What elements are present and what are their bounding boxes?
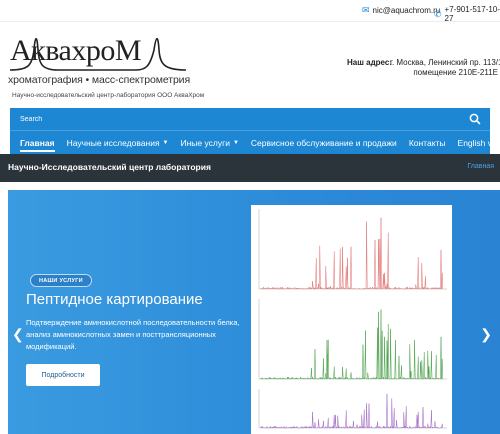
nav-item-contacts[interactable]: Контакты [403, 131, 452, 155]
address-line-1: г. Москва, Ленинский пр. 113/1, [390, 58, 500, 67]
chromatogram-trace [260, 217, 444, 290]
main-nav: Главная Научные исследования ▼ Иные услуг… [10, 130, 500, 155]
envelope-icon: ✉ [362, 5, 370, 15]
nav-item-other-services[interactable]: Иные услуги ▼ [175, 131, 245, 155]
search-icon[interactable] [468, 112, 482, 126]
chromatogram-image [251, 205, 452, 434]
nav-label: Главная [20, 137, 55, 148]
contact-email[interactable]: ✉ nic@aquachrom.ru [362, 5, 440, 16]
contact-phone[interactable]: ✆ +7-901-517-10-27 [434, 5, 500, 23]
details-button[interactable]: Подробности [26, 364, 100, 386]
page-title-strip: Научно-Исследовательский центр лаборатор… [0, 154, 500, 182]
address-line-2: помещение 210Е-211Е [413, 68, 498, 77]
nav-item-service-sales[interactable]: Сервисное обслуживание и продажи [245, 131, 403, 155]
services-badge: НАШИ УСЛУГИ [30, 274, 92, 287]
logo-subtitle: хроматография • масс-спектрометрия [8, 74, 191, 86]
address-value: г. Москва, Ленинский пр. 113/1, помещени… [390, 58, 500, 78]
nav-label: Научные исследования [66, 137, 160, 148]
logo-word: АквахроМ [10, 34, 142, 67]
top-bar: ✉ nic@aquachrom.ru ✆ +7-901-517-10-27 [0, 0, 500, 23]
nav-label: Сервисное обслуживание и продажи [250, 137, 397, 148]
hero-description: Подтверждение аминокислотной последовате… [26, 318, 240, 351]
chromatogram-trace [260, 393, 444, 429]
nav-item-research[interactable]: Научные исследования ▼ [61, 131, 175, 155]
nav-item-english[interactable]: English version [452, 131, 500, 155]
nav-label: Иные услуги [180, 137, 230, 148]
page-title: Научно-Исследовательский центр лаборатор… [8, 162, 211, 172]
phone-text[interactable]: +7-901-517-10-27 [445, 5, 500, 23]
breadcrumb[interactable]: Главная [467, 163, 494, 170]
email-text[interactable]: nic@aquachrom.ru [373, 6, 441, 15]
chromatogram-trace [260, 309, 444, 380]
address-label: Наш адрес: [347, 58, 392, 67]
nav-label: English version [457, 137, 500, 148]
tagline: Научно-исследовательский центр-лаборатор… [12, 92, 205, 99]
search-bar [10, 108, 490, 130]
nav-item-home[interactable]: Главная [14, 131, 61, 155]
search-input[interactable] [20, 112, 440, 126]
phone-icon: ✆ [434, 8, 442, 19]
hero-title: Пептидное картирование [26, 291, 203, 308]
logo[interactable]: АквахроМ хроматография • масс-спектромет… [8, 30, 191, 88]
chevron-down-icon: ▼ [162, 139, 169, 146]
nav-label: Контакты [408, 137, 446, 148]
chevron-down-icon: ▼ [232, 139, 239, 146]
chevron-right-icon[interactable]: ❯ [480, 326, 492, 343]
chevron-left-icon[interactable]: ❮ [12, 326, 24, 343]
